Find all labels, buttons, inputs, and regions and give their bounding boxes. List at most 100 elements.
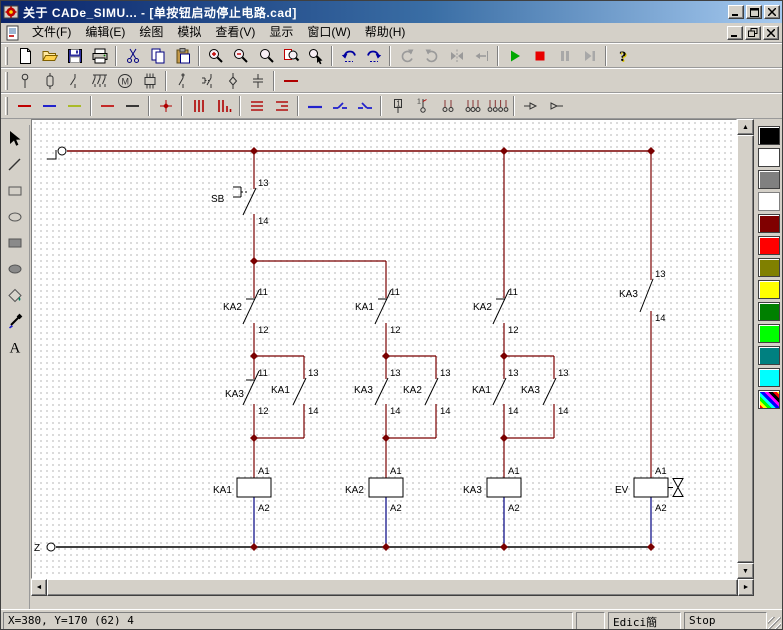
menu-simulate[interactable]: 模拟: [170, 23, 208, 42]
plc-block-button[interactable]: [137, 70, 162, 92]
scroll-down-button[interactable]: ▼: [737, 563, 754, 579]
flip-button[interactable]: [469, 45, 494, 67]
zoom-select-button[interactable]: [303, 45, 328, 67]
horizontal-scroll-thumb[interactable]: [47, 579, 738, 596]
ellipse-tool-button[interactable]: [2, 204, 28, 229]
document-icon[interactable]: [5, 25, 22, 41]
menu-file[interactable]: 文件(F): [25, 23, 78, 42]
terminals-4-button[interactable]: [485, 95, 510, 117]
fill-tool-button[interactable]: [2, 282, 28, 307]
color-swatch-5[interactable]: [758, 236, 780, 255]
terminals-3-button[interactable]: [460, 95, 485, 117]
zoom-button[interactable]: [253, 45, 278, 67]
motor-symbol-button[interactable]: M: [112, 70, 137, 92]
terminal-switch-1-button[interactable]: 1: [410, 95, 435, 117]
scroll-up-button[interactable]: ▲: [737, 119, 754, 135]
color-swatch-11[interactable]: [758, 368, 780, 387]
horizontal-lines-3-button[interactable]: [244, 95, 269, 117]
multi-contact-button[interactable]: [87, 70, 112, 92]
child-minimize-button[interactable]: [727, 26, 743, 40]
menu-draw[interactable]: 绘图: [132, 23, 170, 42]
terminals-2-button[interactable]: [435, 95, 460, 117]
paste-button[interactable]: [170, 45, 195, 67]
picker-tool-button[interactable]: [2, 308, 28, 333]
maximize-button[interactable]: [746, 5, 762, 19]
connector-right-button[interactable]: [543, 95, 568, 117]
select-tool-button[interactable]: [2, 126, 28, 151]
toolbar-grip[interactable]: [5, 47, 8, 65]
junction-node-button[interactable]: [153, 95, 178, 117]
horizontal-scrollbar[interactable]: ◄ ►: [31, 579, 754, 596]
filled-rectangle-tool-button[interactable]: [2, 230, 28, 255]
vertical-lines-3-button[interactable]: [186, 95, 211, 117]
contact-nc-blue-button[interactable]: [352, 95, 377, 117]
redo-button[interactable]: [361, 45, 386, 67]
help-button[interactable]: ??: [610, 45, 635, 67]
color-swatch-12[interactable]: [758, 390, 780, 409]
line-tool-button[interactable]: [2, 152, 28, 177]
close-button[interactable]: [764, 5, 780, 19]
resize-grip[interactable]: [768, 617, 781, 630]
menu-display[interactable]: 显示: [262, 23, 300, 42]
rectangle-t ool-button[interactable]: [2, 178, 28, 203]
color-swatch-6[interactable]: [758, 258, 780, 277]
vertical-scroll-thumb[interactable]: [737, 135, 754, 563]
color-swatch-0[interactable]: [758, 126, 780, 145]
contact-no-blue-button[interactable]: [327, 95, 352, 117]
rotate-left-button[interactable]: [394, 45, 419, 67]
pushbutton-contact-button[interactable]: [195, 70, 220, 92]
schematic-drawing[interactable]: Z1314SB1112KA21112KA11112KA21314KA31112K…: [32, 120, 736, 578]
menu-edit[interactable]: 编辑(E): [78, 23, 132, 42]
copy-button[interactable]: [145, 45, 170, 67]
zoom-out-button[interactable]: [228, 45, 253, 67]
filled-ellipse-tool-button[interactable]: [2, 256, 28, 281]
step-button[interactable]: [577, 45, 602, 67]
text-tool-button[interactable]: A: [2, 334, 28, 359]
vertical-scrollbar[interactable]: ▲ ▼: [737, 119, 754, 579]
indicator-diamond-button[interactable]: [220, 70, 245, 92]
child-restore-button[interactable]: [745, 26, 761, 40]
power-source-button[interactable]: [12, 70, 37, 92]
color-swatch-1[interactable]: [758, 148, 780, 167]
vertical-lines-mixed-button[interactable]: [211, 95, 236, 117]
stop-button[interactable]: [527, 45, 552, 67]
wire-blue-button[interactable]: [37, 95, 62, 117]
color-swatch-8[interactable]: [758, 302, 780, 321]
mirror-button[interactable]: [444, 45, 469, 67]
toolbar-grip[interactable]: [5, 72, 8, 90]
contact-closed-blue-button[interactable]: [302, 95, 327, 117]
capacitor-button[interactable]: [245, 70, 270, 92]
menu-window[interactable]: 窗口(W): [300, 23, 357, 42]
color-swatch-9[interactable]: [758, 324, 780, 343]
scroll-left-button[interactable]: ◄: [31, 579, 47, 596]
line-red-button[interactable]: [95, 95, 120, 117]
color-swatch-10[interactable]: [758, 346, 780, 365]
color-swatch-4[interactable]: [758, 214, 780, 233]
print-button[interactable]: [87, 45, 112, 67]
drawing-canvas[interactable]: Z1314SB1112KA21112KA11112KA21314KA31112K…: [31, 119, 737, 579]
line-black-button[interactable]: [120, 95, 145, 117]
wire-green-button[interactable]: [62, 95, 87, 117]
color-swatch-2[interactable]: [758, 170, 780, 189]
connector-left-button[interactable]: [518, 95, 543, 117]
new-button[interactable]: [12, 45, 37, 67]
horizontal-lines-2-button[interactable]: [269, 95, 294, 117]
menu-help[interactable]: 帮助(H): [358, 23, 413, 42]
switch-contact-button[interactable]: [170, 70, 195, 92]
save-button[interactable]: [62, 45, 87, 67]
color-swatch-3[interactable]: [758, 192, 780, 211]
color-swatch-7[interactable]: [758, 280, 780, 299]
wire-red-button[interactable]: [12, 95, 37, 117]
terminal-block-1-button[interactable]: 1: [385, 95, 410, 117]
zoom-in-button[interactable]: [203, 45, 228, 67]
contact-symbol-button[interactable]: [62, 70, 87, 92]
zoom-page-button[interactable]: [278, 45, 303, 67]
scroll-right-button[interactable]: ►: [738, 579, 754, 596]
open-button[interactable]: [37, 45, 62, 67]
toolbar-grip[interactable]: [5, 97, 8, 115]
cut-button[interactable]: [120, 45, 145, 67]
run-button[interactable]: [502, 45, 527, 67]
rotate-right-button[interactable]: [419, 45, 444, 67]
pause-button[interactable]: [552, 45, 577, 67]
menu-view[interactable]: 查看(V): [208, 23, 262, 42]
